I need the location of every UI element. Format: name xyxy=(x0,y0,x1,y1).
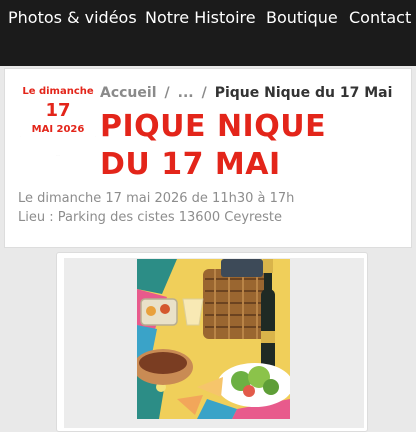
nav-photos-videos[interactable]: Photos & vidéos xyxy=(8,8,137,27)
breadcrumb-ellipsis-link[interactable]: ... xyxy=(178,85,194,101)
event-schedule: Le dimanche 17 mai 2026 de 11h30 à 17h xyxy=(18,191,295,206)
nav-contact[interactable]: Contact xyxy=(349,8,411,27)
event-location: Lieu : Parking des cistes 13600 Ceyreste xyxy=(18,210,282,225)
date-badge-month: MAI 2026 xyxy=(31,124,85,135)
breadcrumb-separator: / xyxy=(201,85,207,101)
page-title-line-2: DU 17 MAI xyxy=(100,147,281,182)
breadcrumb: Accueil /... / Pique Nique du 17 Mai xyxy=(100,85,392,101)
page-title-line-1: PIQUE NIQUE xyxy=(100,109,327,144)
nav-notre-histoire[interactable]: Notre Histoire xyxy=(145,8,256,27)
breadcrumb-home-link[interactable]: Accueil xyxy=(100,85,157,101)
breadcrumb-current: Pique Nique du 17 Mai xyxy=(214,85,393,101)
top-navigation: Photos & vidéos Notre Histoire Boutique … xyxy=(0,0,416,66)
nav-boutique[interactable]: Boutique xyxy=(266,8,338,27)
page-title: PIQUE NIQUE DU 17 MAI xyxy=(100,108,400,184)
breadcrumb-separator: / xyxy=(164,85,170,101)
date-badge-weekday: Le dimanche xyxy=(22,86,94,97)
picnic-photo[interactable] xyxy=(137,259,290,419)
date-badge-day: 17 xyxy=(45,100,71,121)
